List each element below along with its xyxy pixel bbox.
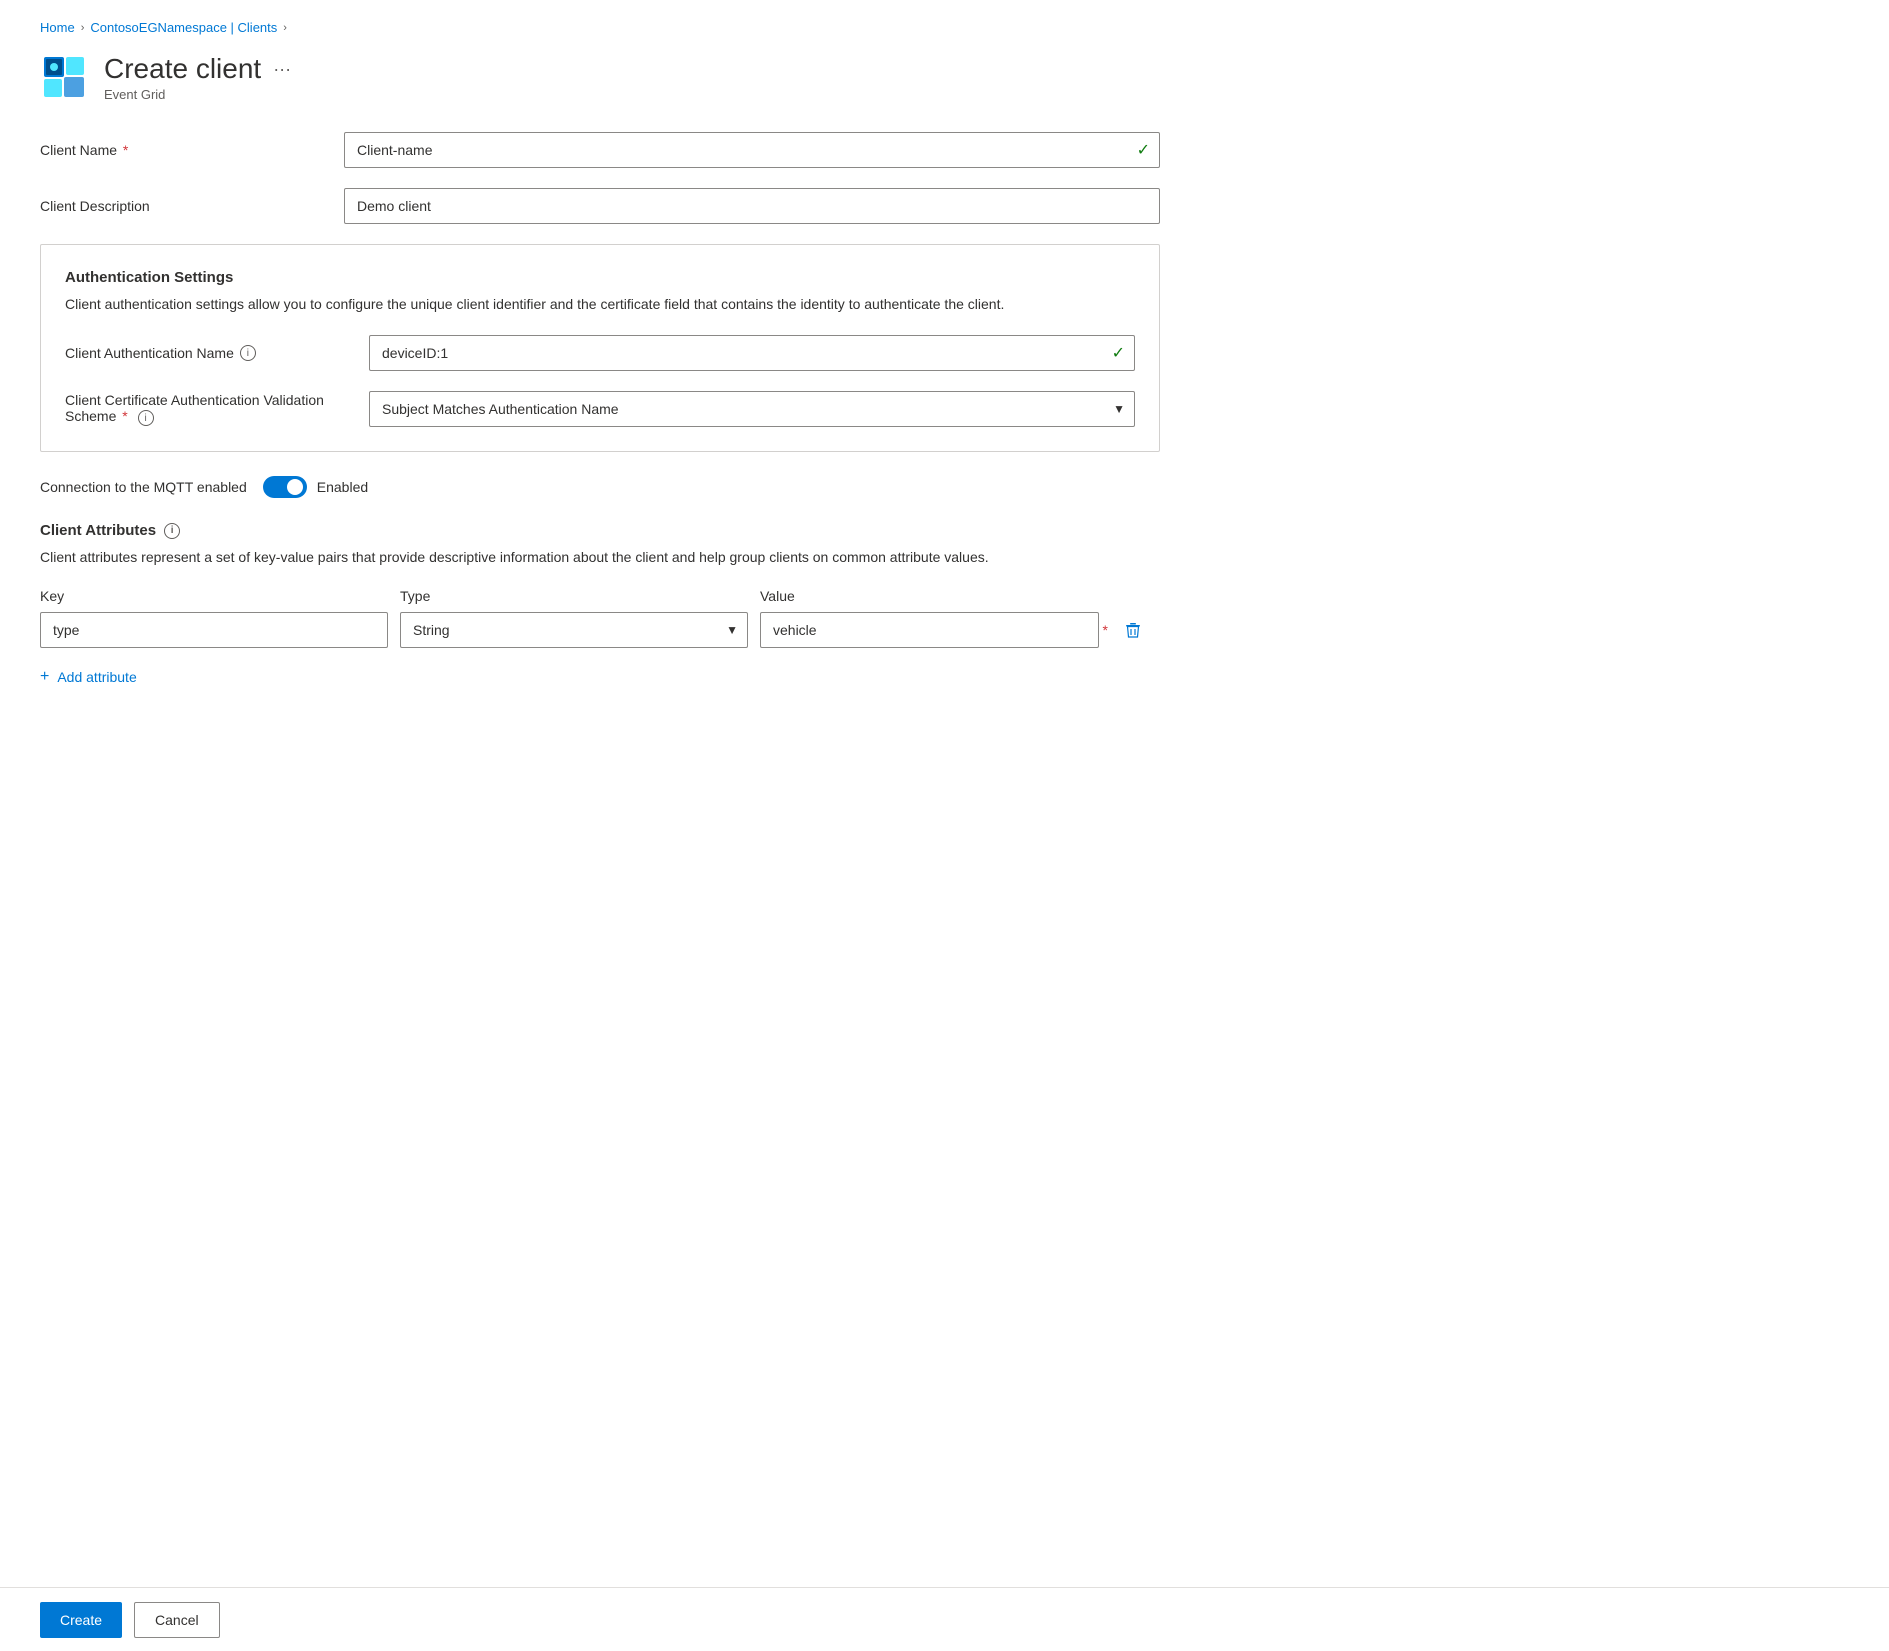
auth-name-row: Client Authentication Name i ✓	[65, 335, 1135, 371]
attr-key-wrapper	[40, 612, 388, 648]
cancel-button[interactable]: Cancel	[134, 1602, 220, 1638]
attr-value-wrapper: *	[760, 612, 1108, 648]
mqtt-toggle[interactable]	[263, 476, 307, 498]
attributes-table: Key Type Value String Integer Boolean ▼	[40, 588, 1160, 648]
attr-value-required: *	[1103, 622, 1108, 638]
page-title: Create client ···	[104, 53, 291, 85]
auth-name-label: Client Authentication Name i	[65, 345, 345, 361]
attr-delete-wrapper	[1120, 617, 1160, 643]
breadcrumb-namespace[interactable]: ContosoEGNamespace | Clients	[90, 20, 277, 35]
client-description-input-wrapper	[344, 188, 1160, 224]
add-attribute-label: Add attribute	[57, 669, 136, 685]
attr-col-type: Type	[400, 588, 748, 604]
breadcrumb-home[interactable]: Home	[40, 20, 75, 35]
auth-name-check-icon: ✓	[1112, 343, 1125, 363]
client-name-required: *	[119, 142, 128, 158]
attr-col-actions	[1120, 588, 1160, 604]
client-attributes-section: Client Attributes i Client attributes re…	[40, 522, 1160, 690]
attr-col-key: Key	[40, 588, 388, 604]
cert-validation-select-wrapper: Subject Matches Authentication Name Thum…	[369, 391, 1135, 427]
client-name-row: Client Name * ✓	[40, 132, 1160, 168]
page-subtitle: Event Grid	[104, 87, 291, 102]
mqtt-toggle-row: Connection to the MQTT enabled Enabled	[40, 476, 1160, 498]
attr-key-input[interactable]	[40, 612, 388, 648]
client-attributes-desc: Client attributes represent a set of key…	[40, 547, 1160, 568]
auth-settings-title: Authentication Settings	[65, 269, 1135, 286]
auth-settings-desc: Client authentication settings allow you…	[65, 294, 1135, 315]
breadcrumb: Home › ContosoEGNamespace | Clients ›	[40, 20, 1160, 35]
attr-value-input[interactable]	[760, 612, 1099, 648]
auth-name-input[interactable]	[369, 335, 1135, 371]
client-name-label: Client Name *	[40, 142, 320, 158]
attr-type-select[interactable]: String Integer Boolean	[400, 612, 748, 648]
mqtt-toggle-container: Enabled	[263, 476, 368, 498]
page-title-group: Create client ··· Event Grid	[104, 53, 291, 102]
event-grid-icon	[40, 53, 88, 101]
create-button[interactable]: Create	[40, 1602, 122, 1638]
client-description-input[interactable]	[344, 188, 1160, 224]
client-attributes-title: Client Attributes i	[40, 522, 1160, 539]
client-attributes-info-icon[interactable]: i	[164, 523, 180, 539]
client-description-label: Client Description	[40, 198, 320, 214]
attributes-table-header: Key Type Value	[40, 588, 1160, 604]
auth-settings-box: Authentication Settings Client authentic…	[40, 244, 1160, 452]
cert-validation-row: Client Certificate Authentication Valida…	[65, 391, 1135, 427]
auth-name-info-icon[interactable]: i	[240, 345, 256, 361]
ellipsis-menu[interactable]: ···	[273, 59, 291, 80]
client-name-check-icon: ✓	[1137, 140, 1150, 160]
client-description-row: Client Description	[40, 188, 1160, 224]
mqtt-label: Connection to the MQTT enabled	[40, 479, 247, 495]
attr-type-wrapper: String Integer Boolean ▼	[400, 612, 748, 648]
delete-icon	[1124, 621, 1142, 639]
breadcrumb-chevron-1: ›	[81, 22, 85, 34]
cert-validation-required: *	[122, 408, 127, 424]
page-header: Create client ··· Event Grid	[40, 53, 1160, 102]
cert-validation-select[interactable]: Subject Matches Authentication Name Thum…	[369, 391, 1135, 427]
cert-validation-label: Client Certificate Authentication Valida…	[65, 392, 345, 427]
add-attr-plus-icon: +	[40, 668, 49, 686]
mqtt-toggle-thumb	[287, 479, 303, 495]
mqtt-enabled-text: Enabled	[317, 479, 368, 495]
attr-delete-button[interactable]	[1120, 617, 1146, 643]
attr-col-value: Value	[760, 588, 1108, 604]
table-row: String Integer Boolean ▼ *	[40, 612, 1160, 648]
mqtt-toggle-track	[263, 476, 307, 498]
breadcrumb-chevron-2: ›	[283, 22, 287, 34]
client-name-input[interactable]	[344, 132, 1160, 168]
auth-name-input-wrapper: ✓	[369, 335, 1135, 371]
cert-validation-info-icon[interactable]: i	[138, 410, 154, 426]
client-name-input-wrapper: ✓	[344, 132, 1160, 168]
add-attribute-button[interactable]: + Add attribute	[40, 664, 137, 690]
page-footer: Create Cancel	[0, 1587, 1889, 1651]
